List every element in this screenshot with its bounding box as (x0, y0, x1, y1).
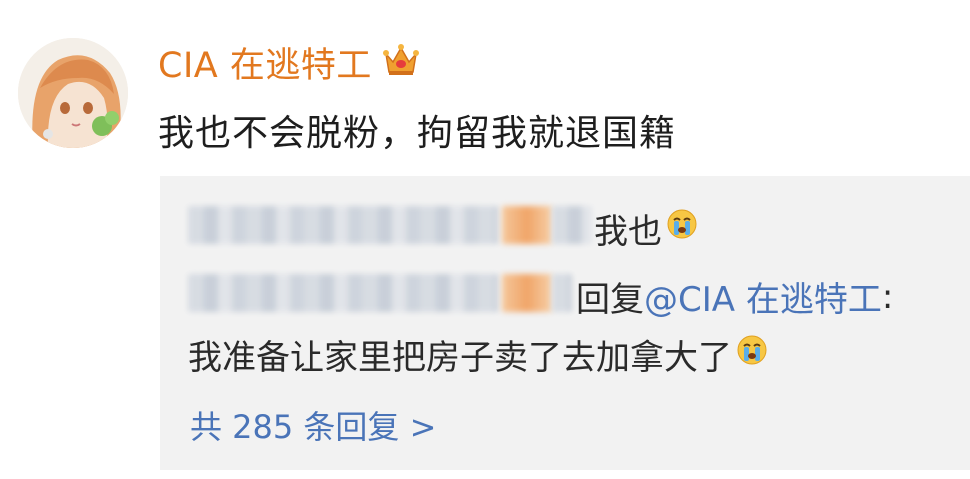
avatar[interactable] (18, 38, 128, 148)
reply-suffix: : (881, 276, 894, 317)
redacted-username (188, 274, 498, 312)
reply-item[interactable]: 我也 (594, 204, 698, 253)
more-replies-link[interactable]: 共 285 条回复 > (190, 402, 436, 448)
mention-link[interactable]: @CIA 在逃特工 (644, 272, 882, 321)
replies-panel: 我也 回复 @CIA 在逃特工 : 我准备让家里把房子卖了去加拿大了 共 285… (160, 176, 970, 470)
redacted-avatar-badge (502, 206, 552, 244)
reply-item[interactable]: 我准备让家里把房子卖了去加拿大了 (188, 330, 768, 379)
redacted-avatar-badge (502, 274, 552, 312)
username-row: CIA 在逃特工 (158, 38, 420, 86)
reply-text: 我也 (594, 212, 662, 252)
crying-face-icon (736, 334, 768, 375)
comment-text: 我也不会脱粉，拘留我就退国籍 (158, 113, 677, 154)
crying-face-icon (666, 208, 698, 249)
reply-header: 回复 @CIA 在逃特工 : (576, 272, 893, 321)
redacted-username (552, 274, 572, 312)
crown-icon (382, 42, 420, 82)
username[interactable]: CIA 在逃特工 (158, 37, 372, 88)
reply-text: 我准备让家里把房子卖了去加拿大了 (188, 338, 732, 378)
redacted-username (188, 206, 498, 244)
redacted-username (552, 206, 592, 244)
reply-prefix: 回复 (576, 280, 644, 320)
